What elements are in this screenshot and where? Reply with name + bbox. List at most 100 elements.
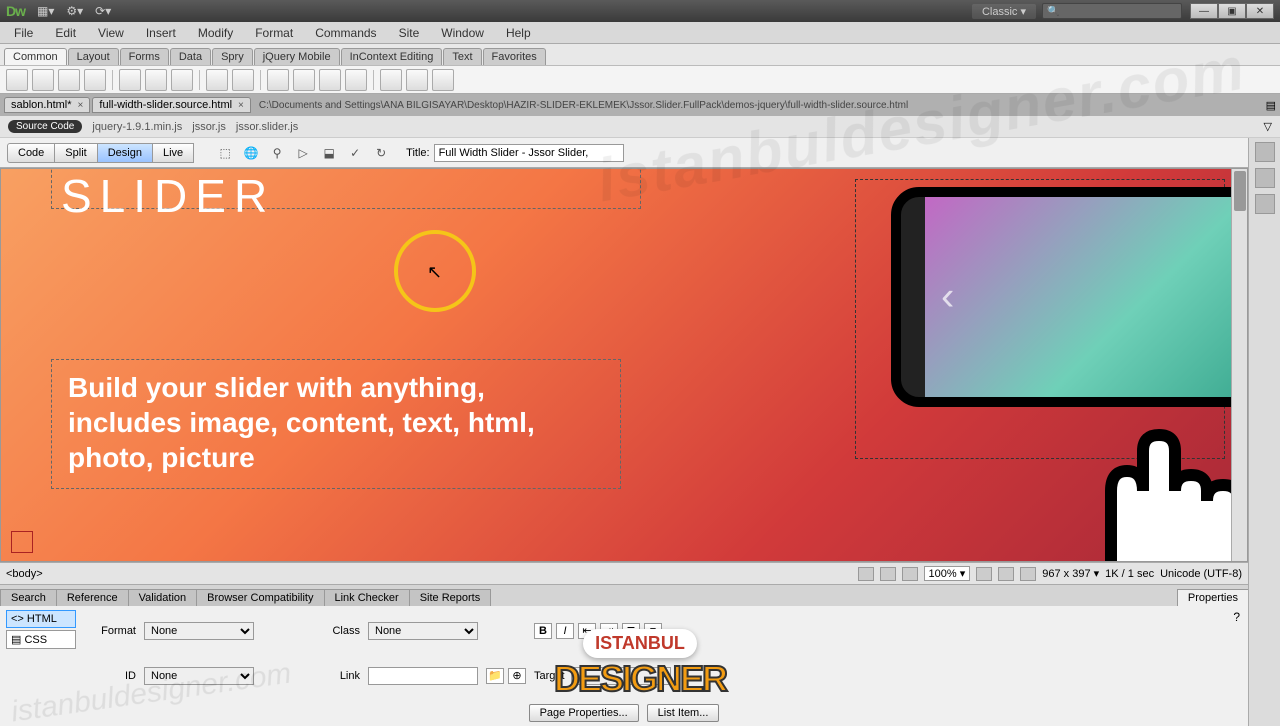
menu-edit[interactable]: Edit bbox=[45, 24, 86, 42]
insert-icon[interactable] bbox=[293, 69, 315, 91]
page-properties-button[interactable]: Page Properties... bbox=[529, 704, 639, 722]
maximize-button[interactable]: ▣ bbox=[1218, 3, 1246, 19]
insert-icon[interactable] bbox=[119, 69, 141, 91]
insert-icon[interactable] bbox=[6, 69, 28, 91]
related-file[interactable]: jquery-1.9.1.min.js bbox=[92, 121, 182, 133]
gear-icon[interactable]: ⚙▾ bbox=[66, 4, 83, 18]
insert-tab[interactable]: Forms bbox=[120, 48, 169, 65]
close-icon[interactable]: × bbox=[78, 100, 84, 111]
bold-button[interactable]: B bbox=[534, 623, 552, 639]
menu-help[interactable]: Help bbox=[496, 24, 541, 42]
insert-tab[interactable]: Common bbox=[4, 48, 67, 65]
close-button[interactable]: ✕ bbox=[1246, 3, 1274, 19]
italic-button[interactable]: I bbox=[556, 623, 574, 639]
title-input[interactable] bbox=[434, 144, 624, 162]
menu-commands[interactable]: Commands bbox=[305, 24, 386, 42]
target-select[interactable] bbox=[571, 667, 671, 685]
zoom-level[interactable]: 100% ▾ bbox=[924, 566, 971, 581]
select-tool-icon[interactable] bbox=[880, 567, 896, 581]
play-icon[interactable]: ▷ bbox=[292, 143, 314, 163]
search-input[interactable] bbox=[1042, 3, 1182, 19]
results-tab[interactable]: Reference bbox=[56, 589, 129, 606]
insert-icon[interactable] bbox=[406, 69, 428, 91]
list-item-button[interactable]: List Item... bbox=[647, 704, 720, 722]
html-mode-button[interactable]: <> HTML bbox=[6, 610, 76, 628]
insert-icon[interactable] bbox=[380, 69, 402, 91]
insert-icon[interactable] bbox=[171, 69, 193, 91]
monitor-icon[interactable] bbox=[1020, 567, 1036, 581]
panel-icon[interactable] bbox=[1255, 194, 1275, 214]
results-tab[interactable]: Search bbox=[0, 589, 57, 606]
insert-icon[interactable] bbox=[58, 69, 80, 91]
insert-icon[interactable] bbox=[32, 69, 54, 91]
tag-selector[interactable]: <body> bbox=[6, 568, 852, 580]
results-tab[interactable]: Validation bbox=[128, 589, 198, 606]
insert-tab[interactable]: Spry bbox=[212, 48, 253, 65]
insert-icon[interactable] bbox=[206, 69, 228, 91]
filter-icon[interactable]: ▽ bbox=[1264, 120, 1272, 133]
indent-icon[interactable]: ⇥ bbox=[600, 623, 618, 639]
window-size[interactable]: 967 x 397 ▾ bbox=[1042, 567, 1099, 580]
source-code-button[interactable]: Source Code bbox=[8, 120, 82, 133]
insert-icon[interactable] bbox=[432, 69, 454, 91]
insert-tab[interactable]: Favorites bbox=[483, 48, 546, 65]
class-select[interactable]: None bbox=[368, 622, 478, 640]
results-tab[interactable]: Browser Compatibility bbox=[196, 589, 324, 606]
inspect-icon[interactable]: ⚲ bbox=[266, 143, 288, 163]
id-select[interactable]: None bbox=[144, 667, 254, 685]
insert-tab[interactable]: InContext Editing bbox=[341, 48, 443, 65]
live-code-icon[interactable]: ⬚ bbox=[214, 143, 236, 163]
vertical-scrollbar[interactable] bbox=[1231, 169, 1247, 561]
link-input[interactable] bbox=[368, 667, 478, 685]
insert-icon[interactable] bbox=[145, 69, 167, 91]
document-tab[interactable]: full-width-slider.source.html× bbox=[92, 97, 251, 113]
globe-icon[interactable]: 🌐 bbox=[240, 143, 262, 163]
menu-window[interactable]: Window bbox=[431, 24, 494, 42]
design-canvas[interactable]: SLIDER Build your slider with anything, … bbox=[0, 168, 1248, 562]
zoom-tool-icon[interactable] bbox=[902, 567, 918, 581]
device-icon[interactable] bbox=[976, 567, 992, 581]
results-tab[interactable]: Site Reports bbox=[409, 589, 492, 606]
document-tab[interactable]: sablon.html*× bbox=[4, 97, 90, 113]
format-select[interactable]: None bbox=[144, 622, 254, 640]
doc-options-icon[interactable]: ▤ bbox=[1266, 99, 1276, 112]
insert-icon[interactable] bbox=[84, 69, 106, 91]
refresh-icon[interactable]: ↻ bbox=[370, 143, 392, 163]
css-mode-button[interactable]: ▤ CSS bbox=[6, 630, 76, 649]
workspace-switcher[interactable]: Classic ▾ bbox=[972, 4, 1036, 19]
insert-icon[interactable] bbox=[319, 69, 341, 91]
split-view-button[interactable]: Split bbox=[54, 143, 97, 163]
ol-icon[interactable]: ≡ bbox=[644, 623, 662, 639]
insert-icon[interactable] bbox=[345, 69, 367, 91]
menu-view[interactable]: View bbox=[88, 24, 134, 42]
related-file[interactable]: jssor.slider.js bbox=[236, 121, 298, 133]
point-to-file-icon[interactable]: ⊕ bbox=[508, 668, 526, 684]
results-tab[interactable]: Link Checker bbox=[324, 589, 410, 606]
help-icon[interactable]: ? bbox=[1233, 610, 1240, 624]
insert-tab[interactable]: Data bbox=[170, 48, 211, 65]
insert-icon[interactable] bbox=[267, 69, 289, 91]
menu-modify[interactable]: Modify bbox=[188, 24, 243, 42]
code-view-button[interactable]: Code bbox=[7, 143, 55, 163]
hand-tool-icon[interactable] bbox=[858, 567, 874, 581]
ul-icon[interactable]: ≣ bbox=[622, 623, 640, 639]
live-view-button[interactable]: Live bbox=[152, 143, 194, 163]
menu-site[interactable]: Site bbox=[389, 24, 430, 42]
screen-icon[interactable] bbox=[998, 567, 1014, 581]
outdent-icon[interactable]: ⇤ bbox=[578, 623, 596, 639]
properties-tab[interactable]: Properties bbox=[1177, 589, 1249, 606]
layout-icon[interactable]: ▦▾ bbox=[37, 4, 54, 18]
close-icon[interactable]: × bbox=[238, 100, 244, 111]
menu-file[interactable]: File bbox=[4, 24, 43, 42]
check-icon[interactable]: ✓ bbox=[344, 143, 366, 163]
insert-tab[interactable]: jQuery Mobile bbox=[254, 48, 340, 65]
link-folder-icon[interactable]: 📁 bbox=[486, 668, 504, 684]
sync-icon[interactable]: ⟳▾ bbox=[95, 4, 111, 18]
menu-insert[interactable]: Insert bbox=[136, 24, 186, 42]
insert-icon[interactable] bbox=[232, 69, 254, 91]
minimize-button[interactable]: — bbox=[1190, 3, 1218, 19]
visual-aids-icon[interactable]: ⬓ bbox=[318, 143, 340, 163]
panel-icon[interactable] bbox=[1255, 142, 1275, 162]
panel-icon[interactable] bbox=[1255, 168, 1275, 188]
menu-format[interactable]: Format bbox=[245, 24, 303, 42]
